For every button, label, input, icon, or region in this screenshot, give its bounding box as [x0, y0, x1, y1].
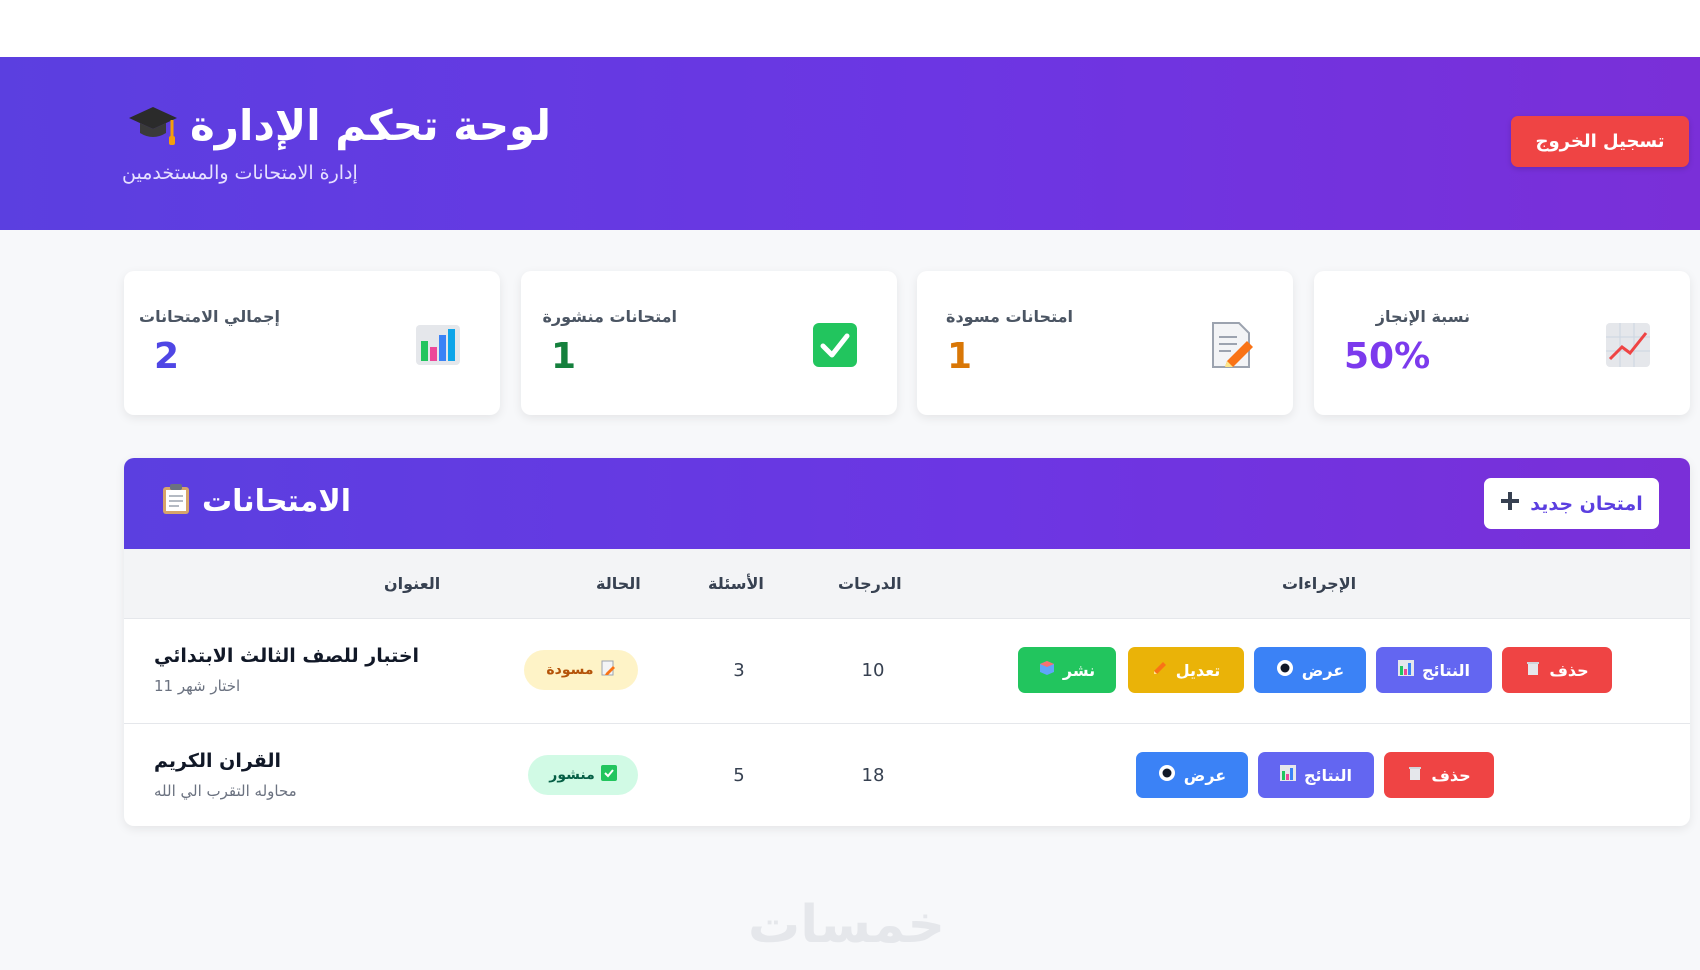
- stat-label: امتحانات مسودة: [946, 307, 1073, 326]
- memo-icon: [1207, 321, 1255, 369]
- publish-button[interactable]: نشر: [1018, 647, 1116, 693]
- results-label: النتائج: [1421, 660, 1471, 680]
- stat-label: نسبة الإنجاز: [1375, 307, 1470, 326]
- status-label: منشور: [549, 767, 595, 783]
- publish-label: نشر: [1062, 660, 1096, 680]
- delete-button[interactable]: حذف: [1502, 647, 1612, 693]
- memo-icon: [600, 660, 616, 680]
- results-button[interactable]: النتائج: [1376, 647, 1492, 693]
- view-button[interactable]: عرض: [1254, 647, 1366, 693]
- status-badge: منشور: [528, 755, 638, 795]
- exams-panel: الامتحانات امتحان جديد العنوان الحالة ال…: [124, 458, 1690, 826]
- eye-icon: [1276, 659, 1294, 681]
- bar-chart-icon: [1279, 765, 1296, 785]
- stat-label: امتحانات منشورة: [542, 307, 677, 326]
- package-icon: [1039, 660, 1055, 680]
- col-title: العنوان: [384, 574, 441, 593]
- trash-icon: [1525, 660, 1541, 680]
- questions-count: 3: [733, 659, 745, 681]
- page-title-group: لوحة تحكم الإدارة: [128, 98, 551, 154]
- check-box-icon: [811, 321, 859, 369]
- stat-card-completion-rate: نسبة الإنجاز 50%: [1314, 271, 1690, 415]
- exam-description: محاوله التقرب الي الله: [154, 782, 297, 800]
- bar-chart-icon: [414, 321, 462, 369]
- results-label: النتائج: [1303, 765, 1353, 785]
- graduation-cap-icon: [128, 101, 178, 151]
- status-label: مسودة: [546, 662, 594, 678]
- col-status: الحالة: [596, 574, 641, 593]
- stat-value: 50%: [1344, 336, 1431, 377]
- exams-panel-header: الامتحانات امتحان جديد: [124, 458, 1690, 549]
- results-button[interactable]: النتائج: [1258, 752, 1374, 798]
- stat-card-draft-exams: امتحانات مسودة 1: [917, 271, 1293, 415]
- table-header: العنوان الحالة الأسئلة الدرجات الإجراءات: [124, 549, 1690, 619]
- col-actions: الإجراءات: [1282, 574, 1357, 593]
- edit-label: تعديل: [1175, 660, 1221, 680]
- col-questions: الأسئلة: [708, 574, 764, 593]
- questions-count: 5: [733, 764, 745, 786]
- col-points: الدرجات: [838, 574, 902, 593]
- new-exam-button[interactable]: امتحان جديد: [1484, 478, 1659, 529]
- panel-title-group: الامتحانات: [162, 483, 351, 519]
- exam-title: القران الكريم: [154, 750, 282, 772]
- top-strip: [0, 0, 1700, 57]
- points-count: 10: [861, 659, 885, 681]
- view-label: عرض: [1183, 765, 1227, 785]
- watermark: خمسات: [748, 895, 946, 955]
- stat-label: إجمالي الامتحانات: [139, 307, 280, 326]
- stat-value: 2: [154, 336, 180, 377]
- table-row: اختبار للصف الثالث الابتدائي اختار شهر 1…: [124, 619, 1690, 724]
- view-label: عرض: [1301, 660, 1345, 680]
- pencil-icon: [1152, 660, 1168, 680]
- bar-chart-icon: [1397, 660, 1414, 680]
- trend-chart-icon: [1604, 321, 1652, 369]
- table-row: القران الكريم محاوله التقرب الي الله منش…: [124, 724, 1690, 826]
- panel-title: الامتحانات: [202, 483, 352, 519]
- view-button[interactable]: عرض: [1136, 752, 1248, 798]
- check-box-icon: [600, 765, 617, 785]
- stat-value: 1: [947, 336, 973, 377]
- page-subtitle: إدارة الامتحانات والمستخدمين: [122, 162, 358, 184]
- delete-button[interactable]: حذف: [1384, 752, 1494, 798]
- new-exam-label: امتحان جديد: [1530, 492, 1643, 515]
- clipboard-icon: [162, 483, 190, 519]
- logout-button[interactable]: تسجيل الخروج: [1511, 116, 1689, 167]
- eye-icon: [1158, 764, 1176, 786]
- status-badge: مسودة: [524, 650, 638, 690]
- delete-label: حذف: [1549, 660, 1589, 680]
- stat-value: 1: [551, 336, 577, 377]
- page-title: لوحة تحكم الإدارة: [190, 101, 552, 150]
- edit-button[interactable]: تعديل: [1128, 647, 1244, 693]
- delete-label: حذف: [1431, 765, 1471, 785]
- stat-card-published-exams: امتحانات منشورة 1: [521, 271, 897, 415]
- stat-card-total-exams: إجمالي الامتحانات 2: [124, 271, 500, 415]
- exam-description: اختار شهر 11: [154, 677, 241, 695]
- plus-icon: [1500, 491, 1520, 516]
- trash-icon: [1407, 765, 1423, 785]
- exam-title: اختبار للصف الثالث الابتدائي: [154, 645, 420, 667]
- points-count: 18: [861, 764, 885, 786]
